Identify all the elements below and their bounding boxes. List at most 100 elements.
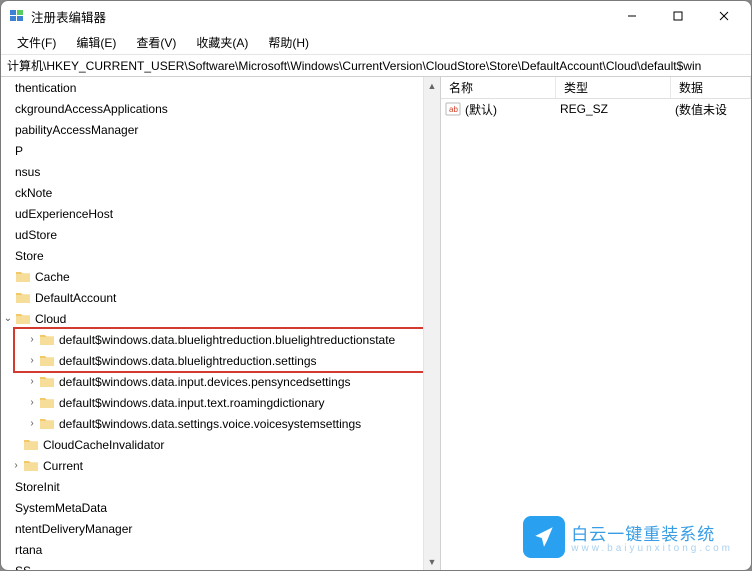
tree-item-label: ckgroundAccessApplications — [15, 102, 168, 116]
value-row[interactable]: ab (默认)REG_SZ(数值未设 — [441, 99, 751, 119]
window-title: 注册表编辑器 — [31, 7, 106, 26]
maximize-button[interactable] — [655, 1, 701, 31]
registry-editor-window: 注册表编辑器 文件(F) 编辑(E) 查看(V) 收藏夹(A) 帮助(H) 计算… — [0, 0, 752, 571]
value-data: (数值未设 — [675, 101, 751, 118]
tree-item-label: default$windows.data.bluelightreduction.… — [59, 333, 395, 347]
watermark-text: 白云一键重装系统 — [571, 520, 733, 545]
tree-item-label: udStore — [15, 228, 57, 242]
tree-item-label: default$windows.data.input.text.roamingd… — [59, 396, 325, 410]
tree-item-label: Cache — [35, 270, 70, 284]
menu-favorites[interactable]: 收藏夹(A) — [186, 32, 258, 53]
tree-item[interactable]: ntentDeliveryManager — [1, 518, 423, 539]
tree-item[interactable]: › default$windows.data.bluelightreduction… — [1, 350, 423, 371]
tree-item-label: nsus — [15, 165, 40, 179]
tree-item[interactable]: pabilityAccessManager — [1, 119, 423, 140]
tree-item[interactable]: ckNote — [1, 182, 423, 203]
folder-icon — [39, 395, 55, 411]
folder-icon — [39, 353, 55, 369]
titlebar: 注册表编辑器 — [1, 1, 751, 31]
tree-item[interactable]: SystemMetaData — [1, 497, 423, 518]
folder-icon — [15, 269, 31, 285]
tree-item[interactable]: › default$windows.data.bluelightreduction… — [1, 329, 423, 350]
chevron-right-icon[interactable]: › — [25, 375, 39, 389]
tree-item-label: DefaultAccount — [35, 291, 116, 305]
watermark-subtext: www.baiyunxitong.com — [571, 543, 733, 554]
address-path: 计算机\HKEY_CURRENT_USER\Software\Microsoft… — [7, 59, 701, 73]
chevron-right-icon[interactable]: › — [9, 459, 23, 473]
scroll-up-icon[interactable]: ▲ — [424, 77, 441, 94]
folder-icon — [23, 437, 39, 453]
tree-item-label: thentication — [15, 81, 76, 95]
menubar: 文件(F) 编辑(E) 查看(V) 收藏夹(A) 帮助(H) — [1, 31, 751, 55]
values-pane: 名称 类型 数据 ab (默认)REG_SZ(数值未设 — [441, 77, 751, 570]
column-data[interactable]: 数据 — [671, 77, 751, 98]
values-list[interactable]: ab (默认)REG_SZ(数值未设 — [441, 99, 751, 119]
tree-item[interactable]: CloudCacheInvalidator — [1, 434, 423, 455]
tree-item-label: Cloud — [35, 312, 66, 326]
tree-item-label: rtana — [15, 543, 42, 557]
minimize-button[interactable] — [609, 1, 655, 31]
tree-item[interactable]: › default$windows.data.input.devices.pens… — [1, 371, 423, 392]
tree-item[interactable]: ⌄ Cloud — [1, 308, 423, 329]
tree-item-label: SystemMetaData — [15, 501, 107, 515]
tree-item-label: default$windows.data.input.devices.pensy… — [59, 375, 351, 389]
tree-item[interactable]: › default$windows.data.input.text.roaming… — [1, 392, 423, 413]
tree-item[interactable]: DefaultAccount — [1, 287, 423, 308]
string-value-icon: ab — [445, 101, 461, 117]
tree-item[interactable]: SS — [1, 560, 423, 570]
tree-item-label: udExperienceHost — [15, 207, 113, 221]
tree-item-label: ckNote — [15, 186, 52, 200]
menu-view[interactable]: 查看(V) — [126, 32, 186, 53]
tree-item-label: Store — [15, 249, 44, 263]
tree-item-label: StoreInit — [15, 480, 60, 494]
folder-icon — [15, 290, 31, 306]
chevron-right-icon[interactable]: › — [25, 396, 39, 410]
tree-item[interactable]: thentication — [1, 77, 423, 98]
tree-item[interactable]: rtana — [1, 539, 423, 560]
folder-icon — [23, 458, 39, 474]
tree-item-label: P — [15, 144, 23, 158]
folder-icon — [15, 311, 31, 327]
chevron-right-icon[interactable]: › — [25, 417, 39, 431]
tree-item-label: default$windows.data.settings.voice.voic… — [59, 417, 361, 431]
chevron-down-icon[interactable]: ⌄ — [1, 312, 15, 326]
svg-text:ab: ab — [449, 105, 458, 114]
menu-edit[interactable]: 编辑(E) — [66, 32, 126, 53]
tree-item-label: pabilityAccessManager — [15, 123, 138, 137]
tree-item[interactable]: P — [1, 140, 423, 161]
tree-item[interactable]: ckgroundAccessApplications — [1, 98, 423, 119]
menu-help[interactable]: 帮助(H) — [258, 32, 319, 53]
close-button[interactable] — [701, 1, 747, 31]
tree-item[interactable]: udStore — [1, 224, 423, 245]
column-name[interactable]: 名称 — [441, 77, 556, 98]
scroll-down-icon[interactable]: ▼ — [424, 553, 441, 570]
app-icon — [9, 8, 25, 24]
address-bar[interactable]: 计算机\HKEY_CURRENT_USER\Software\Microsoft… — [1, 55, 751, 77]
chevron-right-icon[interactable]: › — [25, 354, 39, 368]
value-type: REG_SZ — [560, 102, 675, 116]
column-headers: 名称 类型 数据 — [441, 77, 751, 99]
tree-item[interactable]: nsus — [1, 161, 423, 182]
tree-item-label: default$windows.data.bluelightreduction.… — [59, 354, 317, 368]
tree-item-label: SS — [15, 564, 31, 571]
watermark-logo-icon — [523, 516, 565, 558]
chevron-right-icon[interactable]: › — [25, 333, 39, 347]
tree-item[interactable]: StoreInit — [1, 476, 423, 497]
tree-item-label: ntentDeliveryManager — [15, 522, 132, 536]
folder-icon — [39, 416, 55, 432]
tree-item[interactable]: udExperienceHost — [1, 203, 423, 224]
folder-icon — [39, 374, 55, 390]
tree-item[interactable]: Store — [1, 245, 423, 266]
column-type[interactable]: 类型 — [556, 77, 671, 98]
tree-item-label: Current — [43, 459, 83, 473]
tree-pane: thentication ckgroundAccessApplications pa… — [1, 77, 441, 570]
tree-scrollbar[interactable]: ▲ ▼ — [423, 77, 440, 570]
tree-item[interactable]: Cache — [1, 266, 423, 287]
tree-item[interactable]: › Current — [1, 455, 423, 476]
tree-item[interactable]: › default$windows.data.settings.voice.voi… — [1, 413, 423, 434]
value-name: (默认) — [465, 101, 560, 118]
content-area: thentication ckgroundAccessApplications pa… — [1, 77, 751, 570]
folder-icon — [39, 332, 55, 348]
registry-tree[interactable]: thentication ckgroundAccessApplications pa… — [1, 77, 423, 570]
menu-file[interactable]: 文件(F) — [7, 32, 66, 53]
